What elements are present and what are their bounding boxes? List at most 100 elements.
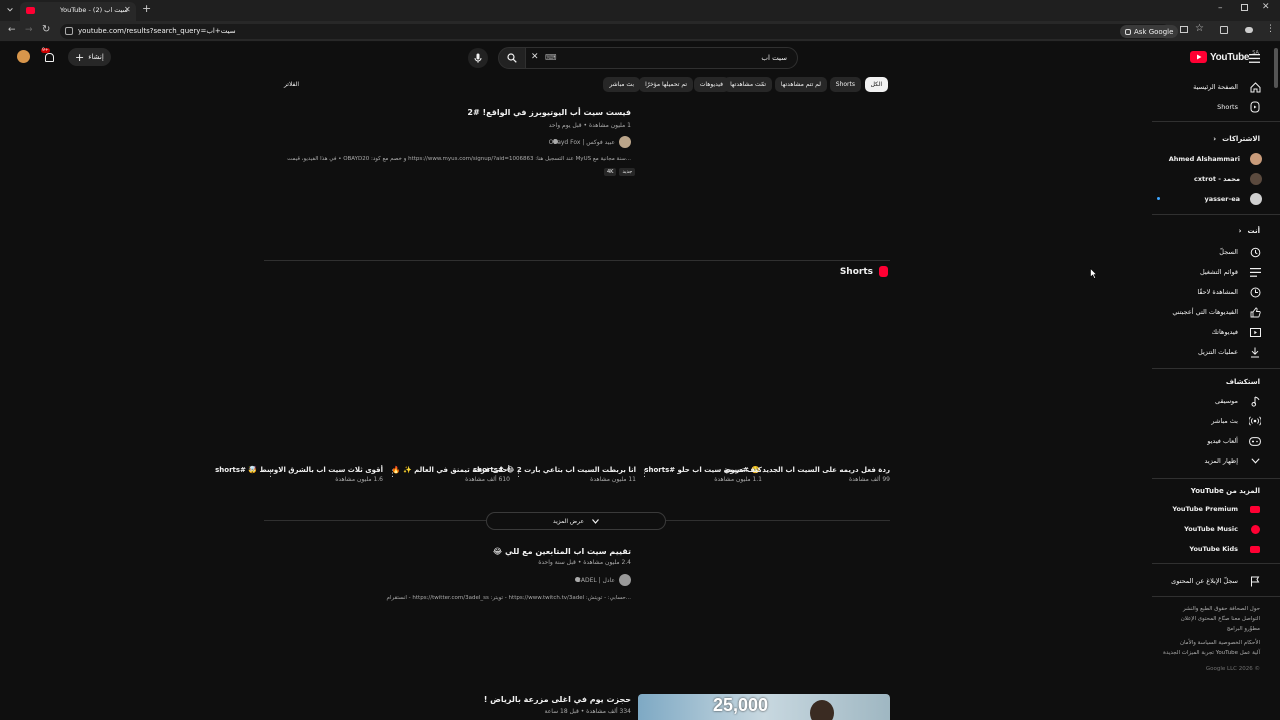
footer-links-row[interactable]: التواصل معنا صنّاع المحتوى الإعلان [1163,614,1260,624]
subscriptions-header[interactable]: الاشتراكات ‹ [1213,135,1260,143]
game-controller-icon [1248,434,1262,448]
more-actions-icon[interactable]: ⋮ [388,469,397,479]
account-avatar[interactable] [17,50,30,63]
sidebar-item-subscription[interactable]: محمد - cxtrot [1194,170,1262,188]
channel-avatar[interactable] [619,136,631,148]
short-title[interactable]: كيف تسوي سيت اب حلو #shorts [644,465,762,476]
chip-shorts[interactable]: Shorts [829,77,861,92]
search-input[interactable]: سيت اب ⌨ ✕ [524,47,798,69]
bookmark-star-icon[interactable]: ☆ [1195,23,1204,34]
show-more-button[interactable]: عرض المزيد [486,512,666,530]
more-actions-icon[interactable]: ⋮ [266,469,275,479]
channel-avatar [1250,193,1262,205]
browser-menu-icon[interactable]: ⋮ [1266,24,1275,34]
sidebar-item-gaming[interactable]: ألعاب فيديو [1207,432,1262,450]
short-title[interactable]: ردة فعل دريمه على السيت اب الجديد 🥹 #دري… [724,465,890,476]
channel-row[interactable]: عادل | 3ADEL [577,574,631,586]
channel-name[interactable]: عادل | 3ADEL [577,577,615,584]
back-icon[interactable]: ← [8,25,16,35]
sidebar-item-show-more[interactable]: إظهار المزيد [1204,452,1262,470]
tab-list-icon[interactable] [5,5,15,15]
sidebar-item-label: الفيديوهات التي أعجبتني [1172,308,1238,316]
short-item[interactable]: ردة فعل دريمه على السيت اب الجديد 🥹 #دري… [724,465,890,505]
url-text[interactable]: youtube.com/results?search_query=سيت+اب [78,27,236,35]
close-window-icon[interactable]: ✕ [1262,2,1270,12]
close-tab-icon[interactable]: ✕ [124,5,131,14]
sidebar-item-shorts[interactable]: Shorts [1217,98,1262,116]
reload-icon[interactable]: ↻ [42,24,50,35]
short-item[interactable]: كيف تسوي سيت اب حلو #shorts 1.1 مليون مش… [640,465,762,505]
chip-watched[interactable]: تمّت مشاهدتها [724,77,772,92]
sidebar-item-live[interactable]: بث مباشر [1211,412,1262,430]
sidebar-item-downloads[interactable]: عمليات التنزيل [1198,343,1262,361]
sidebar-item-youtube-kids[interactable]: YouTube Kids [1189,540,1262,558]
forward-icon[interactable]: → [25,25,33,35]
you-header[interactable]: أنت ‹ [1239,227,1260,235]
more-actions-icon[interactable]: ⋮ [514,469,523,479]
footer-links-row[interactable]: حول الصحافة حقوق الطبع والنشر [1163,604,1260,614]
video-title[interactable]: حجزت يوم في اغلى مزرعة بالرياض ! [484,695,631,704]
extensions-icon[interactable] [1220,26,1228,34]
sidebar-item-youtube-premium[interactable]: YouTube Premium [1172,500,1262,518]
sidebar-item-report-history[interactable]: سجلّ الإبلاغ عن المحتوى [1171,572,1262,590]
sidebar-divider [1152,121,1280,122]
sidebar-item-youtube-music[interactable]: YouTube Music [1184,520,1262,538]
video-title[interactable]: فيست سيت أب اليوتيوبرز في الواقع! #2 [467,108,631,117]
video-title[interactable]: تقييم سيت اب المتابعين مع للي 😂 [493,547,631,556]
maximize-icon[interactable] [1241,4,1248,11]
thumbs-up-icon [1248,305,1262,319]
channel-avatar[interactable] [619,574,631,586]
chip-unwatched[interactable]: لم تتم مشاهدتها [774,77,827,92]
mouse-cursor-icon [1090,268,1097,279]
chip-recently-uploaded[interactable]: تم تحميلها مؤخرًا [639,77,693,92]
voice-search-button[interactable] [468,48,488,68]
more-actions-icon[interactable]: ⋮ [640,469,649,479]
short-title[interactable]: أقوى ثلاث سيت اب بالشرق الاوسط 🤯 #shorts [215,465,383,476]
site-info-icon[interactable] [65,27,73,35]
clear-search-icon[interactable]: ✕ [531,52,539,62]
section-divider [264,260,890,261]
create-button[interactable]: + إنشاء [68,48,111,66]
footer-links-row[interactable]: مطوّرو البرامج [1163,624,1260,634]
address-bar[interactable]: youtube.com/results?search_query=سيت+اب [60,24,1170,39]
sidebar-item-watch-later[interactable]: المشاهدة لاحقًا [1197,283,1262,301]
short-title[interactable]: انا بربطت السيت اب بتاعي بارت 2 😂 #short… [473,465,636,476]
cast-icon[interactable] [1180,26,1188,33]
keyboard-icon[interactable]: ⌨ [545,53,557,62]
browser-tab-active[interactable]: YouTube - سيت اب (2) ✕ [20,2,136,21]
minimize-icon[interactable]: – [1218,3,1223,13]
sidebar-item-history[interactable]: السجلّ [1219,243,1262,261]
sidebar-item-home[interactable]: الصفحة الرئيسية [1193,78,1262,96]
short-item[interactable]: أقوى ثلاث سيت اب بالشرق الاوسط 🤯 #shorts… [215,465,383,505]
new-tab-icon[interactable]: + [142,2,151,15]
sidebar-item-label: Ahmed Alshammari [1168,155,1240,163]
short-title[interactable]: أحلى غرفة تيمنق في العالم ✨ 🔥 [392,465,510,476]
sidebar-item-playlists[interactable]: قوائم التشغيل [1200,263,1262,281]
search-button[interactable] [498,47,526,69]
sidebar-item-label: yasser-ea [1204,195,1240,203]
sidebar-item-liked-videos[interactable]: الفيديوهات التي أعجبتني [1172,303,1262,321]
video-thumbnail[interactable]: 25,000 [638,694,890,720]
footer-links-row[interactable]: آلية عمل YouTube تجربة الميزات الجديدة [1163,648,1260,658]
shorts-icon [1248,100,1262,114]
sidebar-item-your-videos[interactable]: فيديوهاتك [1212,323,1262,341]
short-item[interactable]: أحلى غرفة تيمنق في العالم ✨ 🔥 610 ألف مش… [388,465,510,505]
filters-button[interactable]: الفلاتر [284,81,299,88]
chip-videos[interactable]: فيديوهات [693,77,729,92]
sidebar-divider [1152,214,1280,215]
youtube-logo[interactable]: YouTube SA [1190,50,1259,63]
footer-links-row[interactable]: الأحكام الخصوصية السياسة والأمان [1163,638,1260,648]
channel-row[interactable]: عبيد فوكس | Obayd Fox [549,136,631,148]
chip-all[interactable]: الكل [864,77,888,92]
profile-icon[interactable] [1245,27,1253,33]
sidebar-item-subscription[interactable]: yasser-ea [1156,190,1262,208]
channel-name[interactable]: عبيد فوكس | Obayd Fox [549,139,615,146]
notifications-button[interactable]: 9+ [41,48,56,63]
short-item[interactable]: انا بربطت السيت اب بتاعي بارت 2 😂 #short… [473,465,636,505]
sidebar-item-subscription[interactable]: Ahmed Alshammari [1169,150,1262,168]
ask-google-button[interactable]: Ask Google [1120,25,1179,38]
scrollbar-thumb[interactable] [1274,48,1278,88]
search-query-text[interactable]: سيت اب [761,54,787,62]
sidebar-item-music[interactable]: موسيقى [1215,392,1262,410]
chip-live[interactable]: بث مباشر [603,77,640,92]
